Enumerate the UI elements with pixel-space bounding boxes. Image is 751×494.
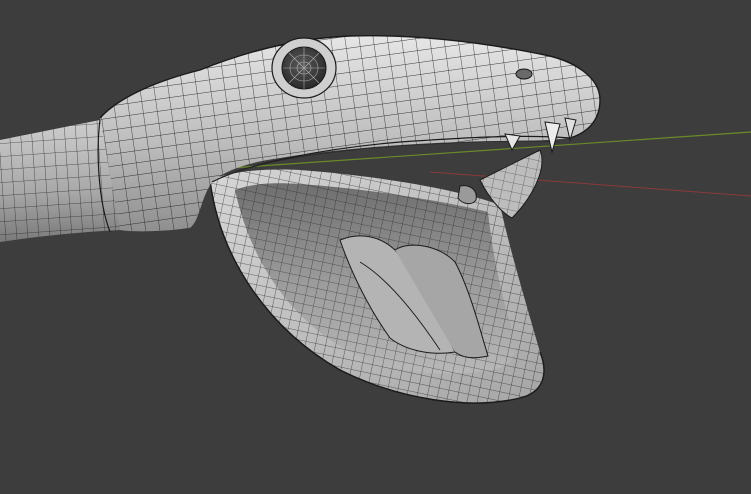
eye bbox=[271, 37, 337, 99]
nostril bbox=[515, 68, 533, 80]
x-axis-line bbox=[429, 171, 751, 197]
viewport-scene[interactable] bbox=[0, 0, 751, 494]
mouth-interior bbox=[235, 183, 515, 374]
snake-neck bbox=[0, 118, 120, 242]
3d-viewport[interactable] bbox=[0, 0, 751, 494]
